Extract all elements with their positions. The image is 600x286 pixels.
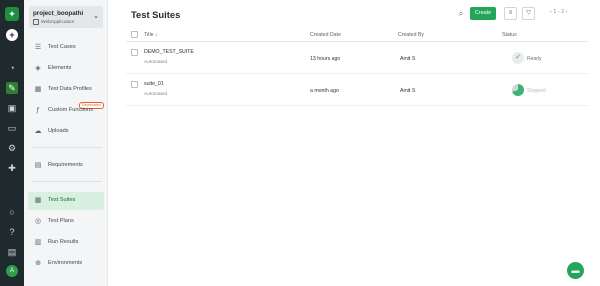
created-date: a month ago — [310, 88, 339, 94]
suite-title[interactable]: DEMO_TEST_SUITE — [144, 49, 194, 55]
sidebar-item-label: Run Results — [48, 239, 79, 245]
sidebar-item-test-plans[interactable]: ◎ Test Plans — [28, 213, 104, 231]
project-sidebar: project_boopathi WebApplication ⌄ ☰ Test… — [24, 0, 108, 286]
pagination: ‹ 1 - 2 › — [550, 9, 567, 15]
sidebar-divider — [32, 147, 102, 148]
test-data-icon: ▦ — [34, 86, 42, 93]
addons-icon[interactable]: ✚ — [6, 162, 18, 174]
suite-type: Automated — [144, 92, 168, 97]
project-name: project_boopathi — [33, 10, 84, 17]
chevron-right-icon[interactable]: › — [566, 9, 568, 15]
avatar[interactable]: A — [6, 265, 18, 277]
uploads-icon: ☁ — [34, 128, 42, 135]
suite-title[interactable]: suite_01 — [144, 81, 164, 87]
sidebar-item-label: Requirements — [48, 162, 83, 168]
status-badge: Ready — [527, 56, 542, 62]
chevron-left-icon[interactable]: ‹ — [550, 9, 552, 15]
circle-icon[interactable]: ○ — [6, 206, 18, 218]
filter-icon[interactable]: ▽ — [522, 7, 535, 20]
test-plans-icon: ◎ — [34, 218, 42, 225]
test-suites-icon: ▦ — [34, 197, 42, 204]
test-development-icon[interactable]: ✎ — [6, 82, 18, 94]
create-button[interactable]: Create — [470, 7, 496, 20]
test-cases-icon: ☰ — [34, 44, 42, 51]
select-all-checkbox[interactable] — [131, 31, 138, 38]
created-by: Amit S — [400, 88, 416, 94]
main-content: Test Suites ⌕ Create ≡ ▽ ‹ 1 - 2 › Title… — [108, 0, 600, 286]
sidebar-item-label: Custom Functions — [48, 107, 94, 113]
sidebar-item-requirements[interactable]: ▤ Requirements — [28, 157, 104, 175]
sidebar-divider — [32, 181, 102, 182]
dashboard-icon[interactable]: ◔ — [6, 62, 18, 74]
column-created-date: Created Date — [310, 32, 341, 38]
icon-rail: ✦ + ◔ ✎ ▣ ▭ ⚙ ✚ ○ ? ▤ A — [0, 0, 24, 286]
sidebar-item-test-data-profiles[interactable]: ▦ Test Data Profiles — [28, 81, 104, 99]
sidebar-item-label: Test Plans — [48, 218, 74, 224]
column-created-by: Created By — [398, 32, 424, 38]
requirements-icon: ▤ — [34, 162, 42, 169]
briefcase-icon[interactable]: ▣ — [6, 102, 18, 114]
elements-icon: ◈ — [35, 65, 41, 72]
settings-icon[interactable]: ⚙ — [6, 142, 18, 154]
sort-icon[interactable]: ≡ — [504, 7, 517, 20]
project-type: WebApplication — [41, 20, 75, 25]
column-title[interactable]: Title ↓ — [144, 32, 158, 38]
row-checkbox[interactable] — [131, 81, 138, 88]
sidebar-item-label: Test Suites — [48, 197, 76, 203]
sidebar-item-environments[interactable]: ⊕ Environments — [28, 255, 104, 273]
sidebar-item-label: Elements — [48, 65, 72, 71]
run-results-icon: ▥ — [34, 239, 42, 246]
chevron-down-icon[interactable]: ⌄ — [93, 12, 99, 20]
page-title: Test Suites — [131, 9, 181, 20]
sidebar-item-label: Test Cases — [48, 44, 76, 50]
environments-icon: ⊕ — [35, 260, 41, 267]
sidebar-item-elements[interactable]: ◈ Elements — [28, 60, 104, 78]
table-header: Title ↓ Created Date Created By Status — [126, 28, 588, 42]
calendar-icon[interactable]: ▤ — [6, 246, 18, 258]
sidebar-item-test-suites[interactable]: ▦ Test Suites — [28, 192, 104, 210]
created-date: 13 hours ago — [310, 56, 341, 62]
sidebar-item-label: Environments — [48, 260, 83, 266]
chat-icon[interactable]: ▬ — [567, 262, 584, 279]
status-badge: Stopped — [527, 88, 546, 94]
custom-functions-icon: ƒ — [36, 107, 40, 114]
search-icon[interactable]: ⌕ — [456, 9, 466, 19]
check-icon: ✓ — [512, 52, 524, 64]
sidebar-item-run-results[interactable]: ▥ Run Results — [28, 234, 104, 252]
progress-pie-icon — [512, 84, 524, 96]
sidebar-item-test-cases[interactable]: ☰ Test Cases — [28, 39, 104, 57]
sidebar-item-label: Uploads — [48, 128, 69, 134]
column-status: Status — [502, 32, 517, 38]
suite-type: Automated — [144, 60, 168, 65]
row-checkbox[interactable] — [131, 49, 138, 56]
devices-icon[interactable]: ▭ — [6, 122, 18, 134]
sidebar-item-custom-functions[interactable]: Deprecated ƒ Custom Functions — [28, 102, 104, 120]
add-icon[interactable]: + — [6, 29, 18, 41]
sidebar-item-uploads[interactable]: ☁ Uploads — [28, 123, 104, 141]
table-row[interactable]: suite_01 Automated a month ago Amit S St… — [126, 75, 588, 106]
page-range: 1 - 2 — [553, 9, 565, 15]
sidebar-item-label: Test Data Profiles — [48, 86, 92, 92]
help-icon[interactable]: ? — [6, 226, 18, 238]
app-logo-icon[interactable]: ✦ — [5, 7, 19, 21]
project-switcher[interactable]: project_boopathi WebApplication ⌄ — [29, 6, 103, 28]
web-app-icon — [33, 19, 39, 25]
table-row[interactable]: DEMO_TEST_SUITE Automated 13 hours ago A… — [126, 43, 588, 74]
created-by: Amit S — [400, 56, 416, 62]
